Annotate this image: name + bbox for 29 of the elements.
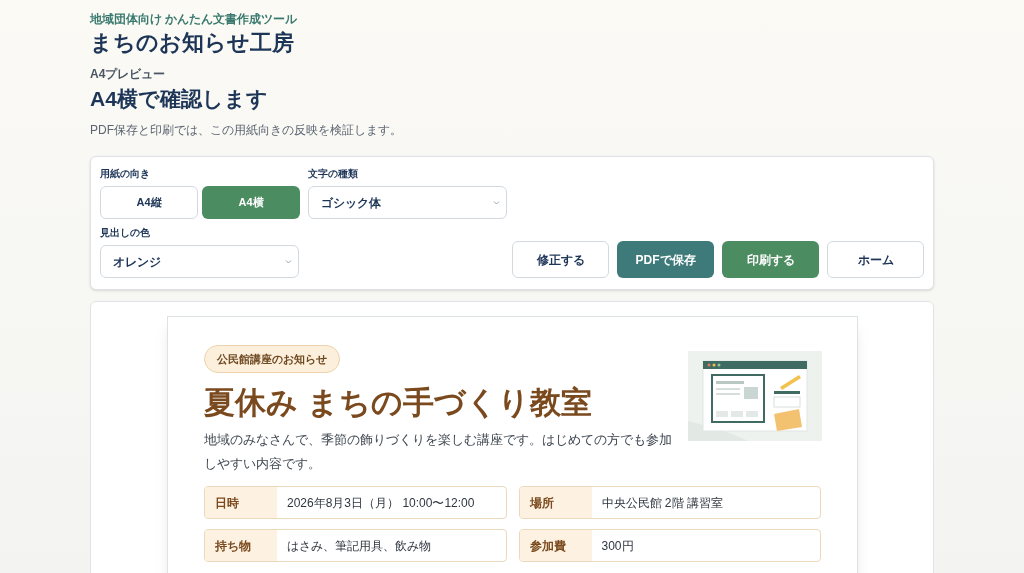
page-heading: A4横で確認します — [90, 86, 269, 112]
detail-value: 2026年8月3日（月） 10:00〜12:00 — [286, 494, 475, 512]
color-select[interactable]: オレンジ — [100, 245, 299, 278]
detail-value: 300円 — [600, 537, 634, 555]
field-label: 文字の種類 — [308, 167, 359, 181]
chevron-down-icon — [493, 200, 500, 205]
tagline: 地域団体向け かんたん文書作成ツール — [90, 11, 299, 27]
action-button[interactable]: PDFで保存 — [617, 241, 714, 278]
section-label: A4プレビュー — [90, 66, 167, 82]
document-lead: 地域のみなさんで、季節の飾りづくりを楽しむ講座です。はじめての方でも参加しやすい内容です。 — [204, 431, 673, 473]
detail-label: 日時 — [205, 487, 277, 518]
field-label: 用紙の向き — [100, 167, 151, 181]
orientation-toggle[interactable]: A4横 — [202, 186, 300, 219]
font-select[interactable]: ゴシック体 — [308, 186, 507, 219]
detail-label: 参加費 — [519, 530, 592, 561]
action-button[interactable]: 修正する — [512, 241, 609, 278]
action-button[interactable]: ホーム — [827, 241, 924, 278]
detail-value: はさみ、筆記用具、飲み物 — [286, 537, 431, 555]
orientation-toggle[interactable]: A4縦 — [100, 186, 198, 219]
category-badge: 公民館講座のお知らせ — [204, 345, 340, 373]
field-label: 見出しの色 — [100, 226, 151, 240]
detail-value: 中央公民館 2階 講習室 — [600, 494, 723, 512]
page-description: PDF保存と印刷では、この用紙向きの反映を検証します。 — [90, 122, 403, 138]
detail-label: 持ち物 — [205, 530, 277, 561]
detail-label: 場所 — [519, 487, 592, 518]
document-title: 夏休み まちの手づくり教室 — [204, 384, 593, 422]
action-button[interactable]: 印刷する — [722, 241, 819, 278]
chevron-down-icon — [285, 259, 292, 264]
app-title: まちのお知らせ工房 — [90, 29, 295, 57]
